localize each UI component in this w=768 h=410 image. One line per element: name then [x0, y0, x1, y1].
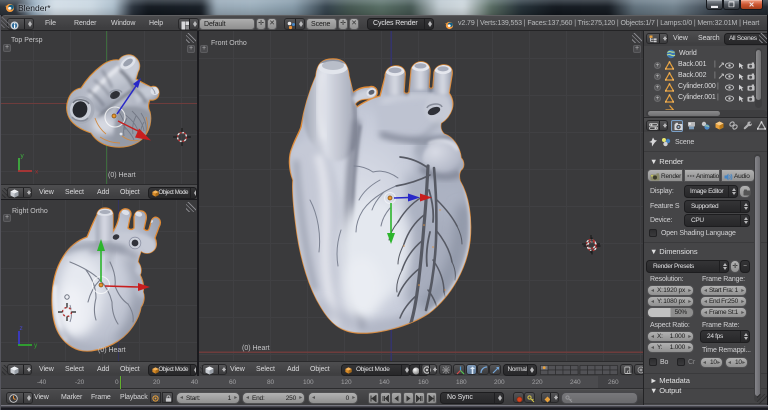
svg-text:z: z [20, 325, 23, 332]
svg-text:x: x [35, 169, 39, 176]
svg-text:y: y [34, 342, 38, 349]
svg-text:y: y [21, 153, 25, 160]
